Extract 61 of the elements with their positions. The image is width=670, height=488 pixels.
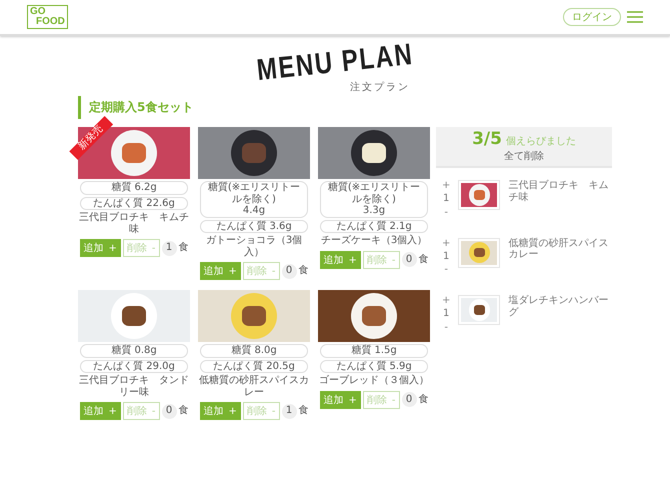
nutrition-label: たんぱく質 5.9g [320,360,428,373]
quantity-text: 1 [443,250,450,262]
nutrition-label: たんぱく質 20.5g [200,360,308,373]
remove-button[interactable]: 削除 - [242,402,280,420]
login-button[interactable]: ログイン [563,8,621,26]
nutrition-label: 糖質 0.8g [80,344,188,358]
add-button[interactable]: 追加 + [320,390,361,408]
product-name: 三代目ブロチキ キムチ味 [78,212,190,235]
count-unit: 食 [178,242,188,254]
count-badge: 0 [162,404,176,418]
remove-button[interactable]: 削除 - [242,262,280,280]
product-name: チーズケーキ（3個入） [320,235,428,246]
nutrition-label: 糖質(※エリスリトールを除く) 3.3g [320,181,428,218]
count-badge: 1 [282,404,296,418]
cart-item-name: 三代目ブロチキ キムチ味 [508,180,608,203]
nutrition-label: 糖質 1.5g [320,344,428,358]
add-button[interactable]: 追加 + [80,239,121,257]
remove-button[interactable]: 削除 - [362,250,400,268]
product-name: ゴーブレッド（３個入） [319,375,429,386]
count-badge: 0 [402,392,416,407]
selection-caption: 個えらびました [506,136,576,147]
decrement-button[interactable]: - [444,206,448,218]
count-unit: 食 [298,405,308,417]
menu-icon[interactable] [627,11,643,23]
remove-button[interactable]: 削除 - [122,239,160,257]
count-badge: 0 [282,264,296,278]
count-badge: 1 [162,240,176,256]
add-button[interactable]: 追加 + [320,250,361,268]
nutrition-label: 糖質 8.0g [200,344,308,358]
product-name: ガトーショコラ（3個入） [204,235,304,258]
count-unit: 食 [178,405,188,417]
remove-button[interactable]: 削除 - [362,390,400,408]
cart-item-name: 塩ダレチキンハンバーグ [508,295,608,318]
increment-button[interactable]: + [442,238,450,248]
nutrition-label: 糖質 6.2g [80,181,188,194]
product-name: 三代目ブロチキ タンドリー味 [78,375,190,398]
increment-button[interactable]: + [442,180,450,191]
logo[interactable]: GO FOOD [27,5,68,29]
count-unit: 食 [298,265,308,277]
product-name: 低糖質の砂肝スパイスカレー [198,375,310,398]
count-badge: 0 [402,252,416,267]
remove-button[interactable]: 削除 - [122,402,160,420]
decrement-button[interactable]: - [444,264,448,275]
clear-all-button[interactable]: 全て削除 [504,149,544,163]
selection-count: 3/5 [472,129,502,149]
quantity-text: 1 [443,193,450,204]
add-button[interactable]: 追加 + [80,402,121,420]
cart-item-name: 低糖質の砂肝スパイスカレー [508,238,608,260]
nutrition-label: たんぱく質 2.1g [320,220,428,233]
add-button[interactable]: 追加 + [200,262,241,280]
count-unit: 食 [418,254,428,266]
quantity-text: 1 [443,308,450,320]
nutrition-label: たんぱく質 22.6g [80,196,188,210]
decrement-button[interactable]: - [444,322,448,332]
page-subtitle: 注文プラン [350,80,410,94]
increment-button[interactable]: + [442,295,450,306]
count-unit: 食 [418,394,428,406]
nutrition-label: たんぱく質 3.6g [200,220,308,233]
add-button[interactable]: 追加 + [200,402,241,420]
nutrition-label: 糖質(※エリスリトールを除く) 4.4g [200,181,308,218]
nutrition-label: たんぱく質 29.0g [80,360,188,373]
